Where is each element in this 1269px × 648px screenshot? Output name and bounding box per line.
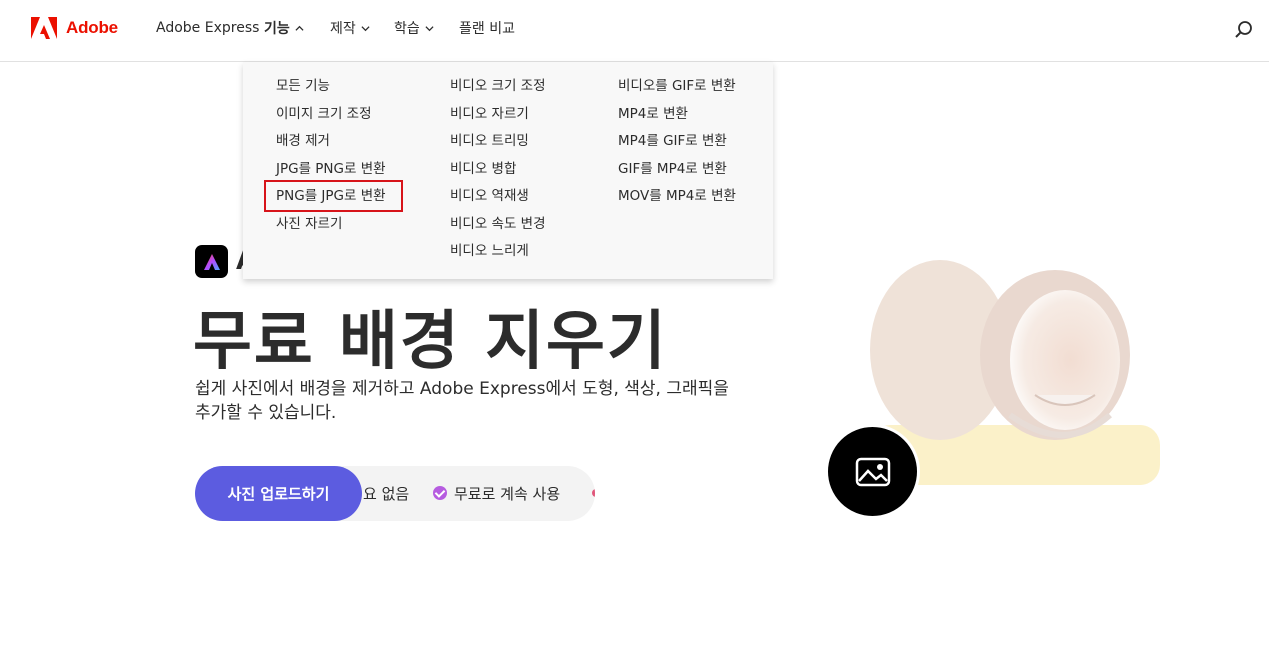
menu-item-resize-image[interactable]: 이미지 크기 조정 [276,104,386,132]
adobe-express-app-icon [195,245,228,278]
adobe-logo-icon [31,17,57,39]
dot-icon [592,489,595,497]
menu-item-reverse-video[interactable]: 비디오 역재생 [450,186,546,214]
menu-item-trim-video[interactable]: 비디오 트리밍 [450,131,546,159]
nav-adobe-express[interactable]: Adobe Express [156,18,259,38]
nav-create[interactable]: 제작 [330,18,370,38]
nav-label: 학습 [394,21,420,37]
image-icon [855,457,890,486]
menu-item-mp4-to-gif[interactable]: MP4를 GIF로 변환 [618,131,736,159]
nav-label: 기능 [264,21,290,37]
image-upload-button[interactable] [825,424,920,519]
hero-description: 쉽게 사진에서 배경을 제거하고 Adobe Express에서 도형, 색상,… [195,379,729,423]
highlight-box [264,180,403,212]
search-icon[interactable] [1234,20,1254,40]
check-icon [433,486,447,500]
chevron-down-icon [361,25,370,31]
brand-name: Adobe [66,18,118,37]
features-dropdown-menu: 모든 기능 이미지 크기 조정 배경 제거 JPG를 PNG로 변환 PNG를 … [243,62,773,279]
nav-label: 플랜 비교 [459,21,515,37]
menu-item-video-to-gif[interactable]: 비디오를 GIF로 변환 [618,76,736,104]
nav-features[interactable]: 기능 [264,18,304,38]
nav-learn[interactable]: 학습 [394,18,434,38]
adobe-logo[interactable]: Adobe [31,17,118,39]
menu-item-mov-to-mp4[interactable]: MOV를 MP4로 변환 [618,186,736,214]
menu-item-crop-video[interactable]: 비디오 자르기 [450,104,546,132]
menu-item-gif-to-mp4[interactable]: GIF를 MP4로 변환 [618,159,736,187]
menu-item-slow-video[interactable]: 비디오 느리게 [450,241,546,269]
dropdown-column: 모든 기능 이미지 크기 조정 배경 제거 JPG를 PNG로 변환 PNG를 … [276,76,386,241]
feature-text: 무료로 계속 사용 [454,485,561,503]
menu-item-merge-video[interactable]: 비디오 병합 [450,159,546,187]
nav-compare-plans[interactable]: 플랜 비교 [459,18,515,38]
menu-item-all-features[interactable]: 모든 기능 [276,76,386,104]
menu-item-remove-background[interactable]: 배경 제거 [276,131,386,159]
upload-photo-button[interactable]: 사진 업로드하기 [195,466,362,521]
chevron-up-icon [295,25,304,31]
dropdown-column: 비디오를 GIF로 변환 MP4로 변환 MP4를 GIF로 변환 GIF를 M… [618,76,736,214]
menu-item-resize-video[interactable]: 비디오 크기 조정 [450,76,546,104]
chevron-down-icon [425,25,434,31]
nav-label: 제작 [330,21,356,37]
menu-item-convert-to-mp4[interactable]: MP4로 변환 [618,104,736,132]
feature-text: 요 없음 [363,485,410,503]
dropdown-column: 비디오 크기 조정 비디오 자르기 비디오 트리밍 비디오 병합 비디오 역재생… [450,76,546,269]
nav-label: Adobe Express [156,20,260,36]
express-a-icon [203,253,220,270]
top-navigation: Adobe Adobe Express 기능 제작 학습 플랜 비교 [0,0,1269,62]
page-title: 무료 배경 지우기 [193,305,668,379]
menu-item-change-video-speed[interactable]: 비디오 속도 변경 [450,214,546,242]
menu-item-crop-photo[interactable]: 사진 자르기 [276,214,386,242]
